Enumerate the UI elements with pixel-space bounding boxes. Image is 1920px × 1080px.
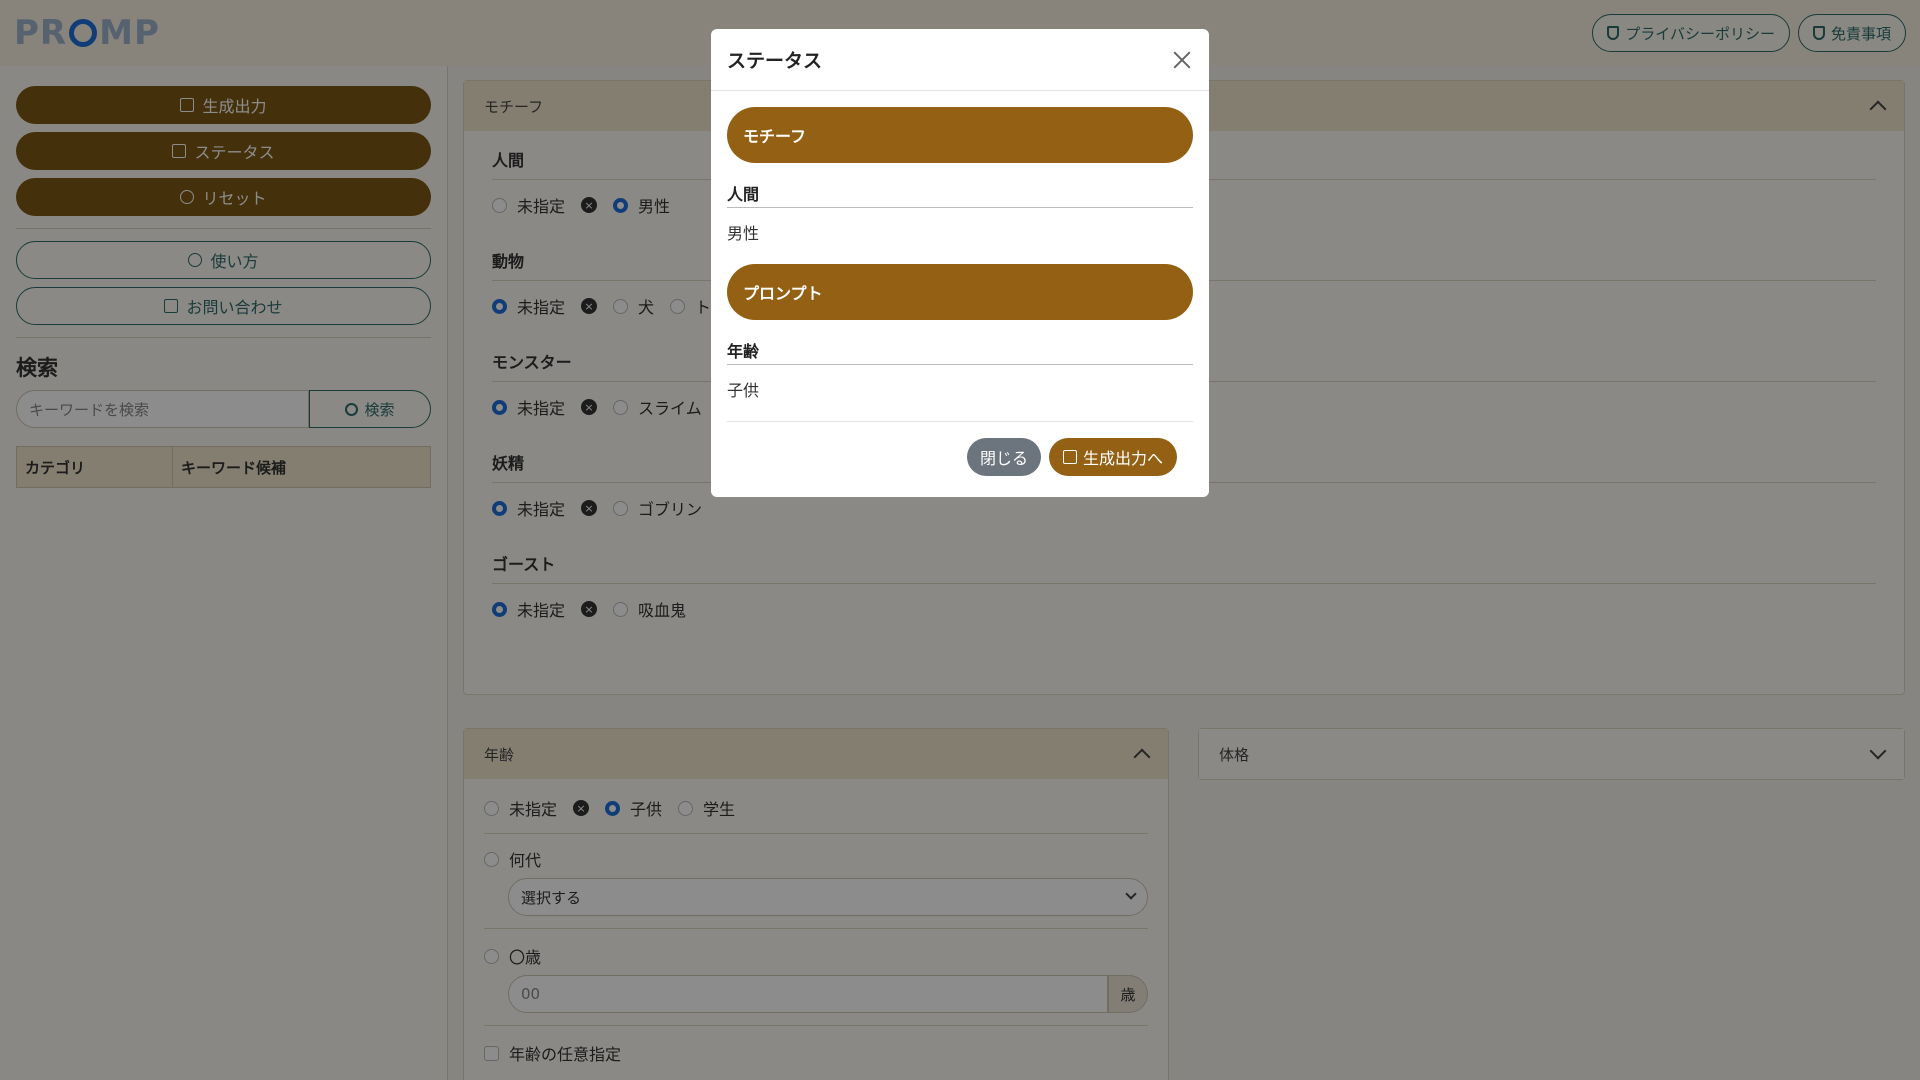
- go-to-generate-button[interactable]: 生成出力へ: [1048, 438, 1177, 476]
- close-button[interactable]: 閉じる: [966, 438, 1041, 476]
- modal-field-label: 年齢: [727, 338, 1193, 365]
- modal-section-header: プロンプト: [727, 264, 1193, 320]
- modal-field-value: 男性: [727, 224, 760, 243]
- go-to-generate-label: 生成出力へ: [1082, 449, 1163, 468]
- modal-section-header: モチーフ: [727, 107, 1193, 163]
- status-modal: ステータス モチーフ人間男性プロンプト年齢子供 閉じる 生成出力へ: [711, 29, 1209, 497]
- modal-title: ステータス: [727, 50, 823, 72]
- close-icon[interactable]: [1171, 49, 1193, 71]
- modal-field-value: 子供: [727, 381, 760, 400]
- modal-field-label: 人間: [727, 181, 1193, 208]
- external-link-icon: [1062, 450, 1077, 464]
